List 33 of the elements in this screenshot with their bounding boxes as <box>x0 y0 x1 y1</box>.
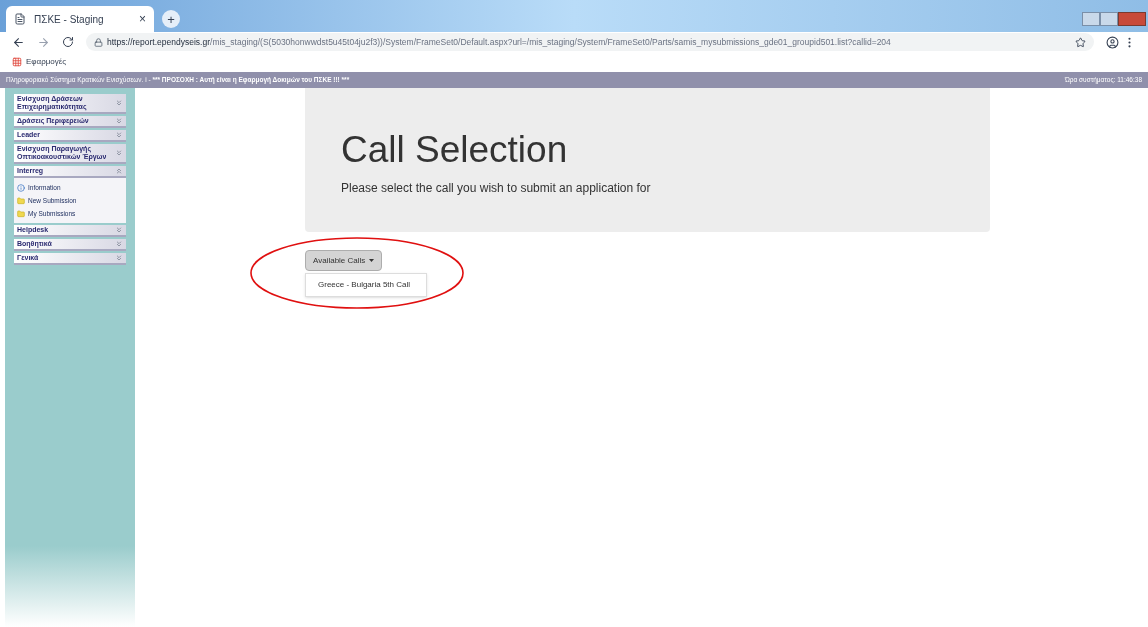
caret-icon <box>369 259 375 262</box>
bookmark-star-icon[interactable] <box>1075 36 1086 48</box>
reload-icon[interactable] <box>62 36 74 48</box>
minimize-button[interactable] <box>1082 12 1100 26</box>
back-icon[interactable] <box>12 35 25 49</box>
browser-tab[interactable]: ΠΣΚΕ - Staging × <box>6 6 154 32</box>
expand-icon <box>115 226 123 234</box>
available-calls-dropdown[interactable]: Available Calls <box>305 250 383 271</box>
lock-icon <box>94 37 103 47</box>
folder-icon <box>17 196 25 205</box>
page-title: Call Selection <box>341 129 569 171</box>
dropdown-option[interactable]: Greece - Bulgaria 5th Call <box>306 277 426 293</box>
url-text: https://report.ependyseis.gr/mis_staging/(S(5030honwwdst5u45t04ju2f3))/System/FrameSet0/Default.aspx?url=/mis_staging/System/FrameSet0/Parts/samis_mysubmissions_gde01_groupid501.list?callid=204 <box>107 35 892 49</box>
info-icon <box>17 183 25 192</box>
folder-icon <box>17 209 25 218</box>
expand-icon <box>115 131 123 139</box>
collapse-icon <box>115 167 123 175</box>
new-tab-button[interactable]: + <box>162 10 180 28</box>
expand-icon <box>115 117 123 125</box>
close-tab-button[interactable]: × <box>139 13 146 25</box>
tab-title: ΠΣΚΕ - Staging <box>34 12 105 27</box>
forward-icon[interactable] <box>37 35 50 49</box>
page-icon <box>14 13 26 25</box>
page-subtitle: Please select the call you wish to submit an application for <box>341 180 652 197</box>
profile-icon[interactable] <box>1106 35 1119 49</box>
restore-button[interactable] <box>1100 12 1118 26</box>
expand-icon <box>115 149 123 157</box>
bookmark-item[interactable]: Εφαρμογές <box>12 56 67 68</box>
expand-icon <box>115 240 123 248</box>
expand-icon <box>115 254 123 262</box>
expand-icon <box>115 99 123 107</box>
address-bar[interactable]: https://report.ependyseis.gr/mis_staging/(S(5030honwwdst5u45t04ju2f3))/System/FrameSet0/Default.aspx?url=/mis_staging/System/FrameSet0/Parts/samis_mysubmissions_gde01_groupid501.list?callid=204 <box>86 33 1094 51</box>
apps-icon <box>12 57 22 67</box>
